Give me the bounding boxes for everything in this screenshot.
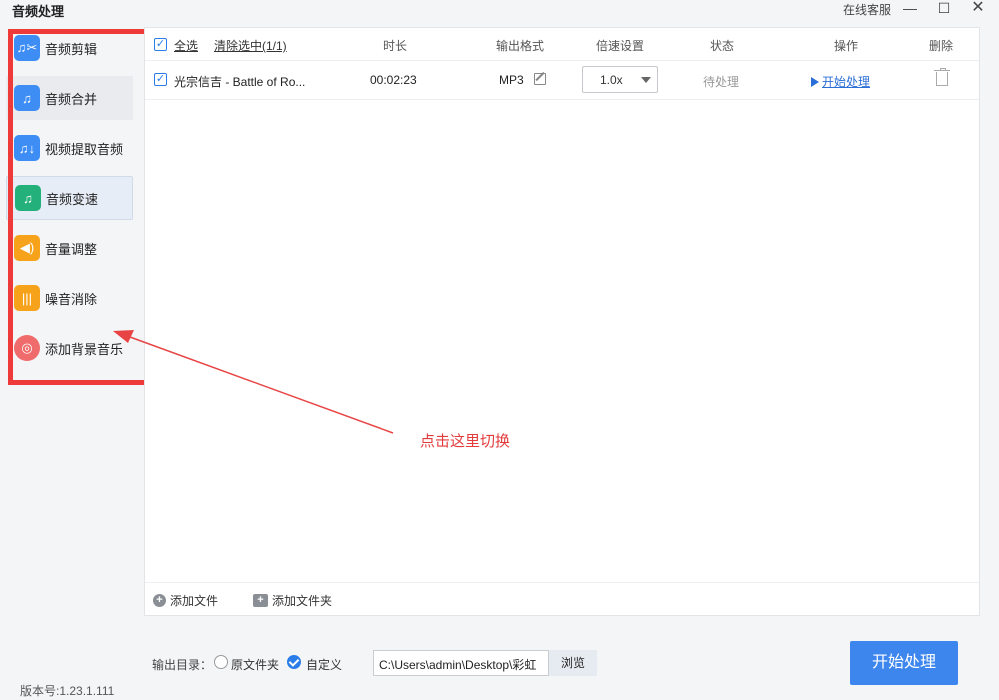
header-delete: 删除 <box>929 39 954 53</box>
speed-select[interactable]: 1.0x <box>582 66 658 93</box>
output-dir-label: 输出目录： <box>152 658 213 672</box>
add-file-button[interactable]: + 添加文件 <box>153 592 218 609</box>
add-folder-button[interactable]: + 添加文件夹 <box>253 592 332 609</box>
add-folder-icon: + <box>253 594 268 607</box>
edit-format-icon[interactable] <box>534 73 546 85</box>
header-status: 状态 <box>710 39 735 53</box>
online-service-link[interactable]: 在线客服 <box>843 1 891 18</box>
file-name: 光宗信吉 - Battle of Ro... <box>174 75 306 89</box>
header-action: 操作 <box>834 39 859 53</box>
radio-original-folder[interactable] <box>214 655 228 669</box>
header-duration: 时长 <box>383 39 408 53</box>
clear-selected-link[interactable]: 清除选中(1/1) <box>214 37 287 54</box>
close-icon[interactable]: ✕ <box>968 0 988 18</box>
row-checkbox[interactable]: ✓ <box>154 73 167 86</box>
radio-original-folder-label: 原文件夹 <box>231 658 280 672</box>
select-all-link[interactable]: 全选 <box>174 37 198 54</box>
chevron-down-icon <box>641 77 651 83</box>
file-list-panel: ✓ 全选 清除选中(1/1) 时长 输出格式 倍速设置 状态 操作 删除 ✓ 光… <box>144 27 980 616</box>
app-title: 音频处理 <box>12 4 65 19</box>
annotation-text: 点击这里切换 <box>420 433 511 450</box>
trash-icon[interactable] <box>934 68 950 86</box>
file-status: 待处理 <box>703 75 740 89</box>
radio-custom-folder[interactable] <box>287 655 301 669</box>
file-actions-bar: + 添加文件 + 添加文件夹 <box>145 582 979 616</box>
header-output-format: 输出格式 <box>496 39 545 53</box>
browse-button[interactable]: 浏览 <box>549 650 597 676</box>
minimize-icon[interactable]: — <box>900 0 920 18</box>
speed-value: 1.0x <box>600 73 623 87</box>
header-speed: 倍速设置 <box>596 39 645 53</box>
play-icon <box>811 77 819 87</box>
output-path-input[interactable]: C:\Users\admin\Desktop\彩虹 <box>373 650 549 676</box>
table-header: ✓ 全选 清除选中(1/1) 时长 输出格式 倍速设置 状态 操作 删除 <box>145 28 979 60</box>
highlight-frame <box>8 29 150 385</box>
title-bar: 音频处理 在线客服 — ☐ ✕ <box>0 0 999 20</box>
table-row: ✓ 光宗信吉 - Battle of Ro... 00:02:23 MP3 1.… <box>145 60 979 100</box>
radio-custom-folder-label: 自定义 <box>306 658 343 672</box>
file-format: MP3 <box>499 73 524 87</box>
file-duration: 00:02:23 <box>370 73 417 87</box>
select-all-checkbox[interactable]: ✓ <box>154 38 167 51</box>
plus-circle-icon: + <box>153 594 166 607</box>
start-process-button[interactable]: 开始处理 <box>850 641 958 685</box>
version-label: 版本号:1.23.1.111 <box>20 684 115 698</box>
maximize-icon[interactable]: ☐ <box>934 0 954 18</box>
start-process-link[interactable]: 开始处理 <box>811 73 870 90</box>
